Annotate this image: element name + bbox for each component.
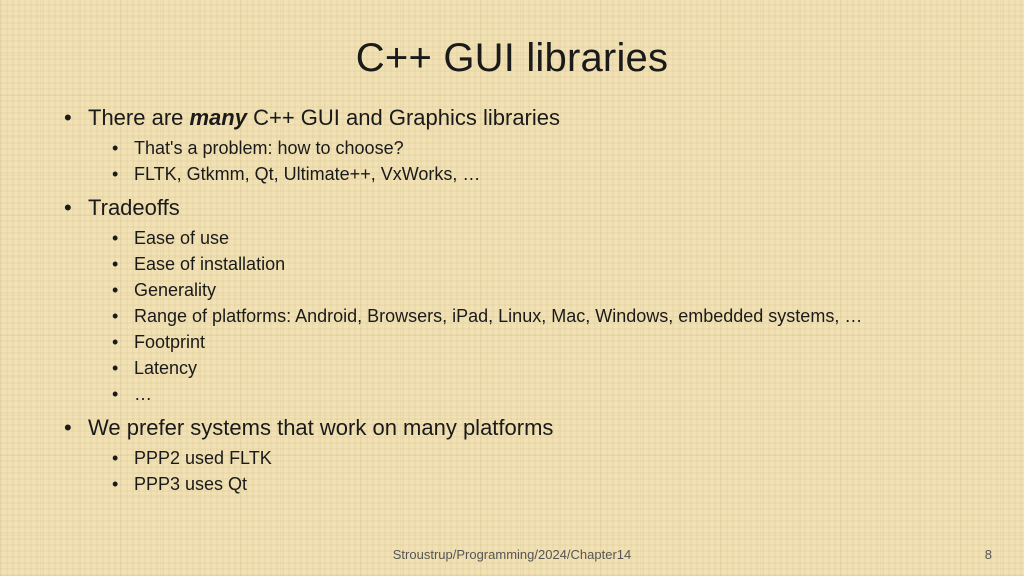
bullet-text: We prefer systems that work on many plat… [88,415,553,440]
sub-item: PPP2 used FLTK [106,445,964,471]
sub-item: Footprint [106,329,964,355]
slide-title: C++ GUI libraries [60,36,964,81]
slide: C++ GUI libraries There are many C++ GUI… [0,0,1024,576]
bullet-item: We prefer systems that work on many plat… [60,413,964,497]
sub-item: Ease of use [106,225,964,251]
bullet-item: Tradeoffs Ease of use Ease of installati… [60,193,964,407]
page-number: 8 [985,547,992,562]
sub-item: PPP3 uses Qt [106,471,964,497]
sub-item: Range of platforms: Android, Browsers, i… [106,303,964,329]
bullet-text-pre: There are [88,105,190,130]
bullet-list: There are many C++ GUI and Graphics libr… [60,103,964,497]
sub-item: Generality [106,277,964,303]
footer-source: Stroustrup/Programming/2024/Chapter14 [0,547,1024,562]
sub-item: Latency [106,355,964,381]
bullet-text-post: C++ GUI and Graphics libraries [247,105,560,130]
sub-item: Ease of installation [106,251,964,277]
sub-item: FLTK, Gtkmm, Qt, Ultimate++, VxWorks, … [106,161,964,187]
sub-list: PPP2 used FLTK PPP3 uses Qt [88,445,964,497]
sub-list: That's a problem: how to choose? FLTK, G… [88,135,964,187]
bullet-text: Tradeoffs [88,195,180,220]
sub-list: Ease of use Ease of installation General… [88,225,964,408]
sub-item: That's a problem: how to choose? [106,135,964,161]
bullet-text-em: many [190,105,247,130]
bullet-item: There are many C++ GUI and Graphics libr… [60,103,964,187]
sub-item: … [106,381,964,407]
